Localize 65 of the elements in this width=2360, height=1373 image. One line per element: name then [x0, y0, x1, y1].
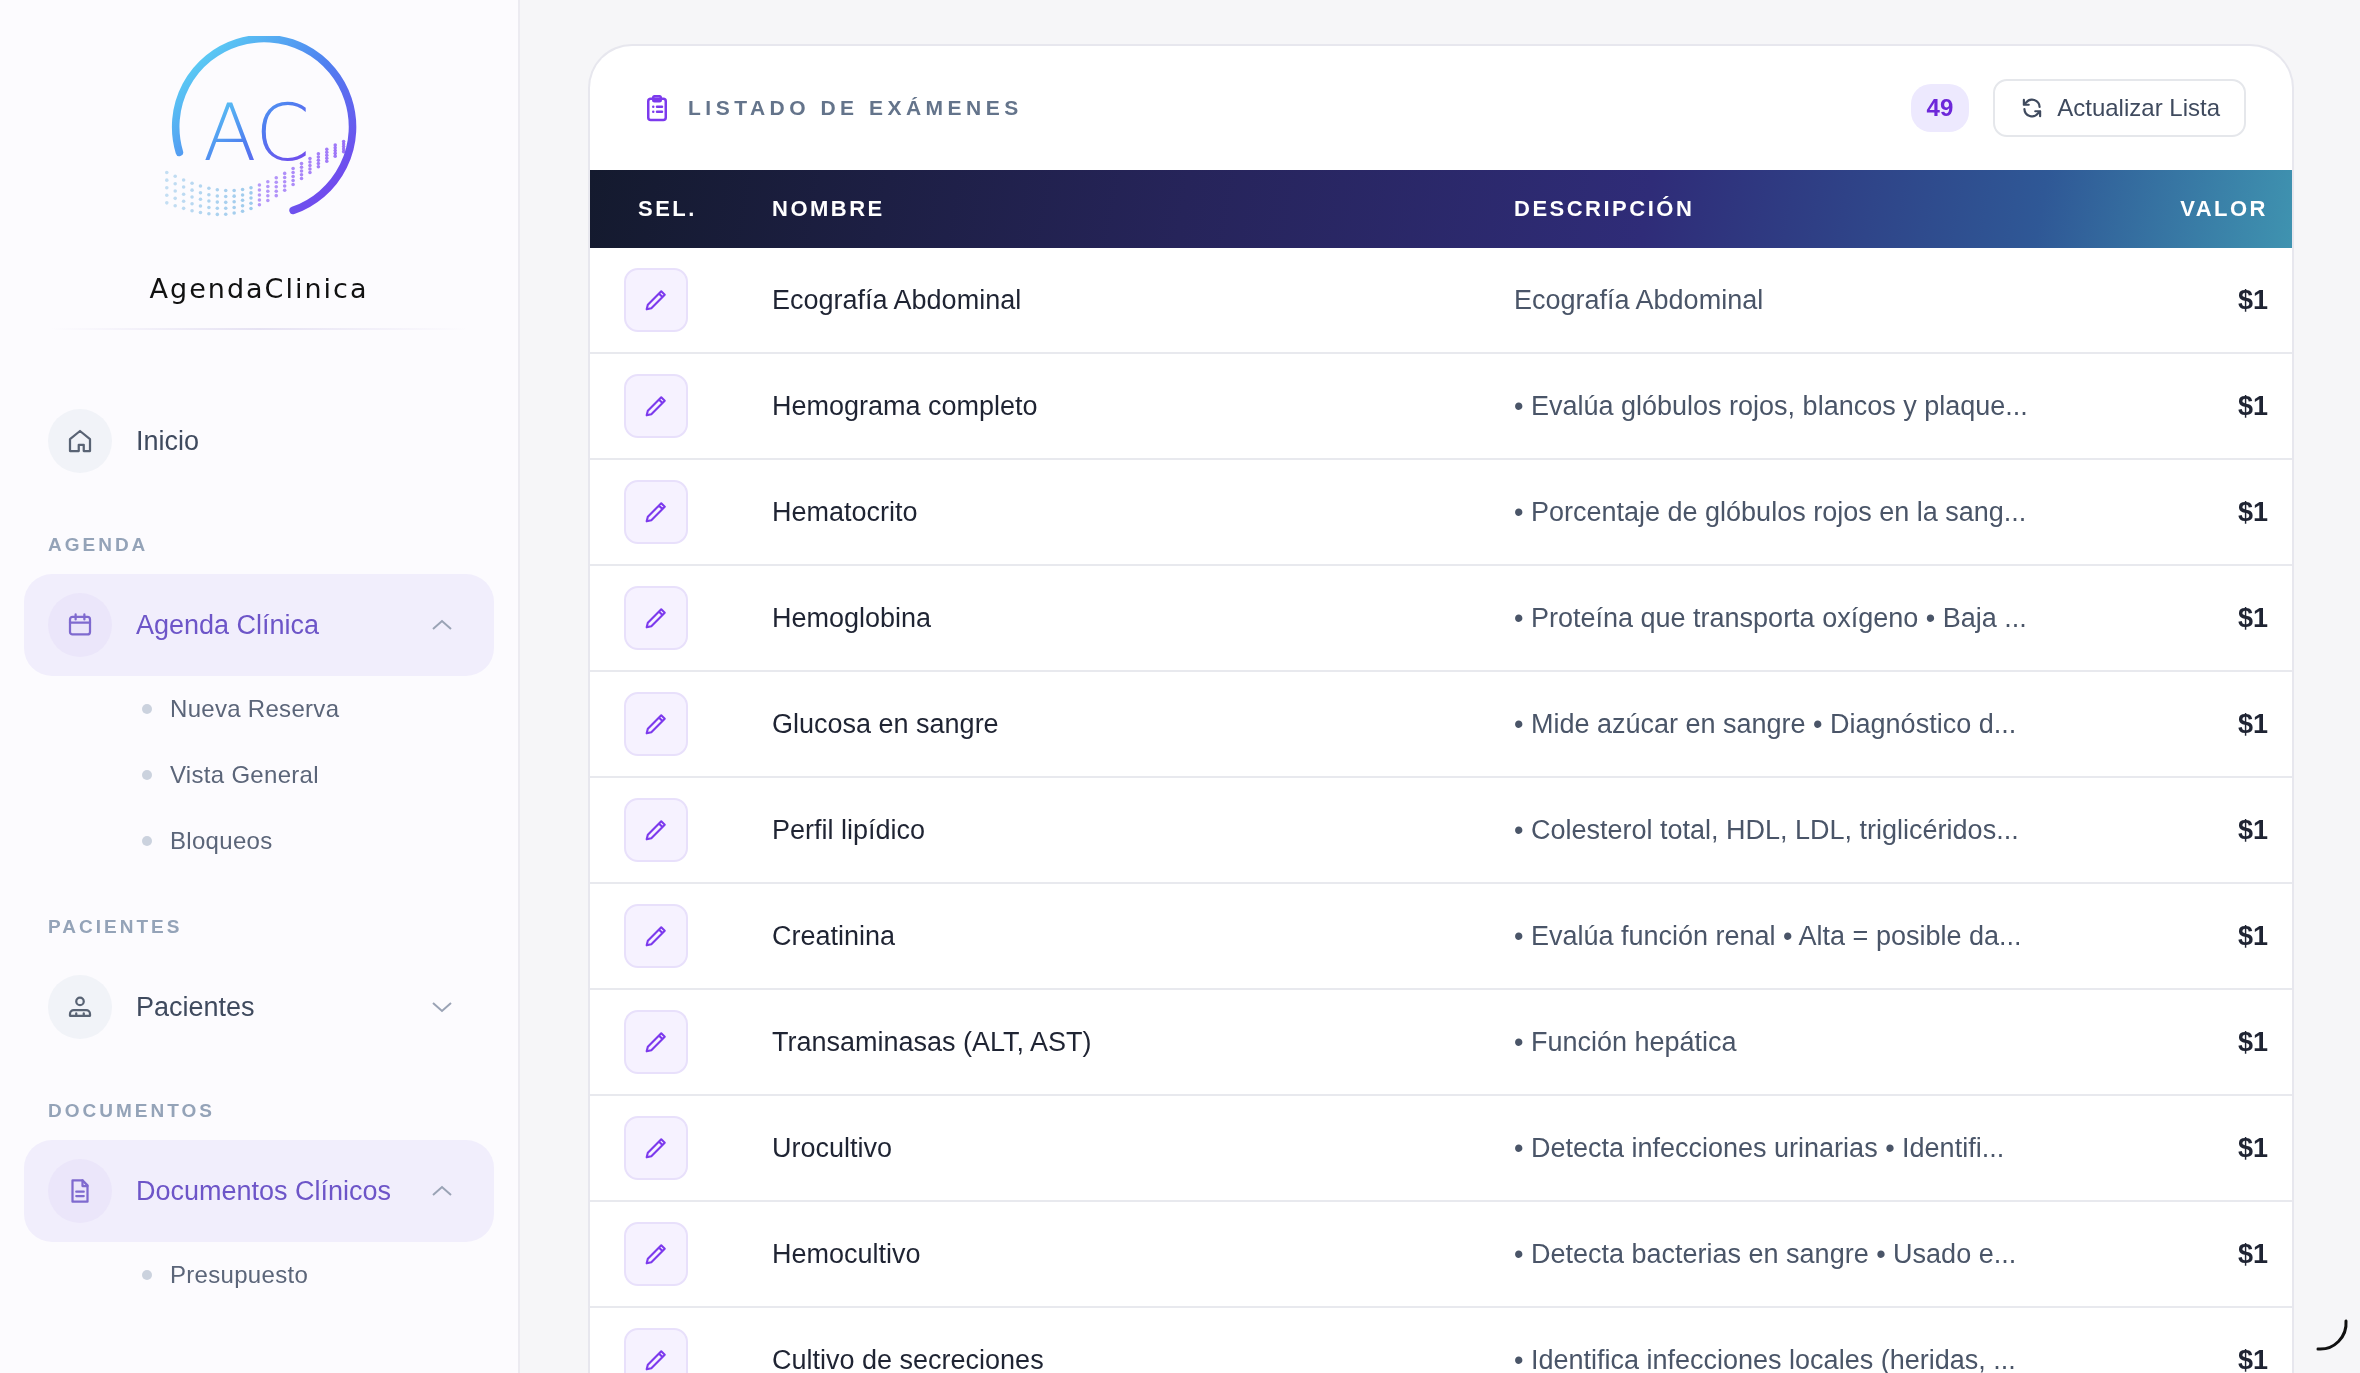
exam-value: $1: [2236, 1344, 2269, 1373]
exam-name: Hematocrito: [772, 496, 919, 528]
exam-value: $1: [2236, 284, 2269, 316]
edit-button[interactable]: [624, 586, 688, 650]
brand-name: AgendaClinica: [149, 273, 369, 304]
exam-description: • Detecta infecciones urinarias • Identifi...: [1514, 1132, 2006, 1164]
exam-value: $1: [2236, 1026, 2269, 1058]
exam-description: • Colesterol total, HDL, LDL, triglicéridos...: [1514, 814, 2020, 846]
chevron-icon: [430, 1000, 454, 1014]
exam-description: • Evalúa función renal • Alta = posible da...: [1514, 920, 2023, 952]
refresh-button[interactable]: Actualizar Lista: [1993, 79, 2246, 137]
exam-description: • Mide azúcar en sangre • Diagnóstico d...: [1514, 708, 2018, 740]
chevron-icon: [430, 618, 454, 632]
nav-item[interactable]: Agenda Clínica: [24, 574, 494, 676]
exam-description: Ecografía Abdominal: [1514, 284, 1765, 316]
submenu-item[interactable]: Vista General: [24, 742, 494, 808]
submenu-item[interactable]: Presupuesto: [24, 1242, 494, 1308]
exam-value: $1: [2236, 1132, 2269, 1164]
exam-description: • Detecta bacterias en sangre • Usado e...: [1514, 1238, 2018, 1270]
column-header: VALOR: [2179, 196, 2269, 222]
edit-button[interactable]: [624, 692, 688, 756]
exam-name: Glucosa en sangre: [772, 708, 1000, 740]
exam-name: Hemocultivo: [772, 1238, 922, 1270]
submenu-item[interactable]: Nueva Reserva: [24, 676, 494, 742]
exam-name: Hemoglobina: [772, 602, 933, 634]
exam-description: • Porcentaje de glóbulos rojos en la sang...: [1514, 496, 2028, 528]
card-title: LISTADO DE EXÁMENES: [688, 96, 1024, 120]
section-title: AGENDA: [47, 533, 150, 557]
exam-name: Urocultivo: [772, 1132, 894, 1164]
submenu-item[interactable]: Bloqueos: [24, 808, 494, 874]
nav-item[interactable]: Inicio: [24, 390, 494, 492]
exam-value: $1: [2236, 390, 2269, 422]
count-badge: 49: [1910, 84, 1970, 132]
column-header: SEL.: [637, 196, 698, 222]
column-header: DESCRIPCIÓN: [1514, 196, 1696, 222]
exam-name: Hemograma completo: [772, 390, 1039, 422]
edit-button[interactable]: [624, 374, 688, 438]
edit-button[interactable]: [624, 268, 688, 332]
exam-description: • Función hepática: [1514, 1026, 1738, 1058]
exam-name: Perfil lipídico: [772, 814, 927, 846]
exam-description: • Proteína que transporta oxígeno • Baja ...: [1514, 602, 2028, 634]
exam-name: Cultivo de secreciones: [772, 1344, 1045, 1373]
column-header: NOMBRE: [772, 196, 886, 222]
chevron-icon: [430, 1184, 454, 1198]
edit-button[interactable]: [624, 798, 688, 862]
exam-value: $1: [2236, 496, 2269, 528]
exam-name: Ecografía Abdominal: [772, 284, 1023, 316]
nav-item[interactable]: Documentos Clínicos: [24, 1140, 494, 1242]
exam-value: $1: [2236, 708, 2269, 740]
edit-button[interactable]: [624, 1222, 688, 1286]
edit-button[interactable]: [624, 1116, 688, 1180]
exam-value: $1: [2236, 814, 2269, 846]
section-title: DOCUMENTOS: [47, 1099, 216, 1123]
edit-button[interactable]: [624, 1328, 688, 1373]
edit-button[interactable]: [624, 480, 688, 544]
section-title: PACIENTES: [47, 915, 184, 939]
exam-name: Creatinina: [772, 920, 897, 952]
nav-item[interactable]: Pacientes: [24, 956, 494, 1058]
exam-value: $1: [2236, 920, 2269, 952]
exam-value: $1: [2236, 1238, 2269, 1270]
edit-button[interactable]: [624, 1010, 688, 1074]
edit-button[interactable]: [624, 904, 688, 968]
exam-value: $1: [2236, 602, 2269, 634]
exam-description: • Evalúa glóbulos rojos, blancos y plaque...: [1514, 390, 2029, 422]
exam-name: Transaminasas (ALT, AST): [772, 1026, 1093, 1058]
